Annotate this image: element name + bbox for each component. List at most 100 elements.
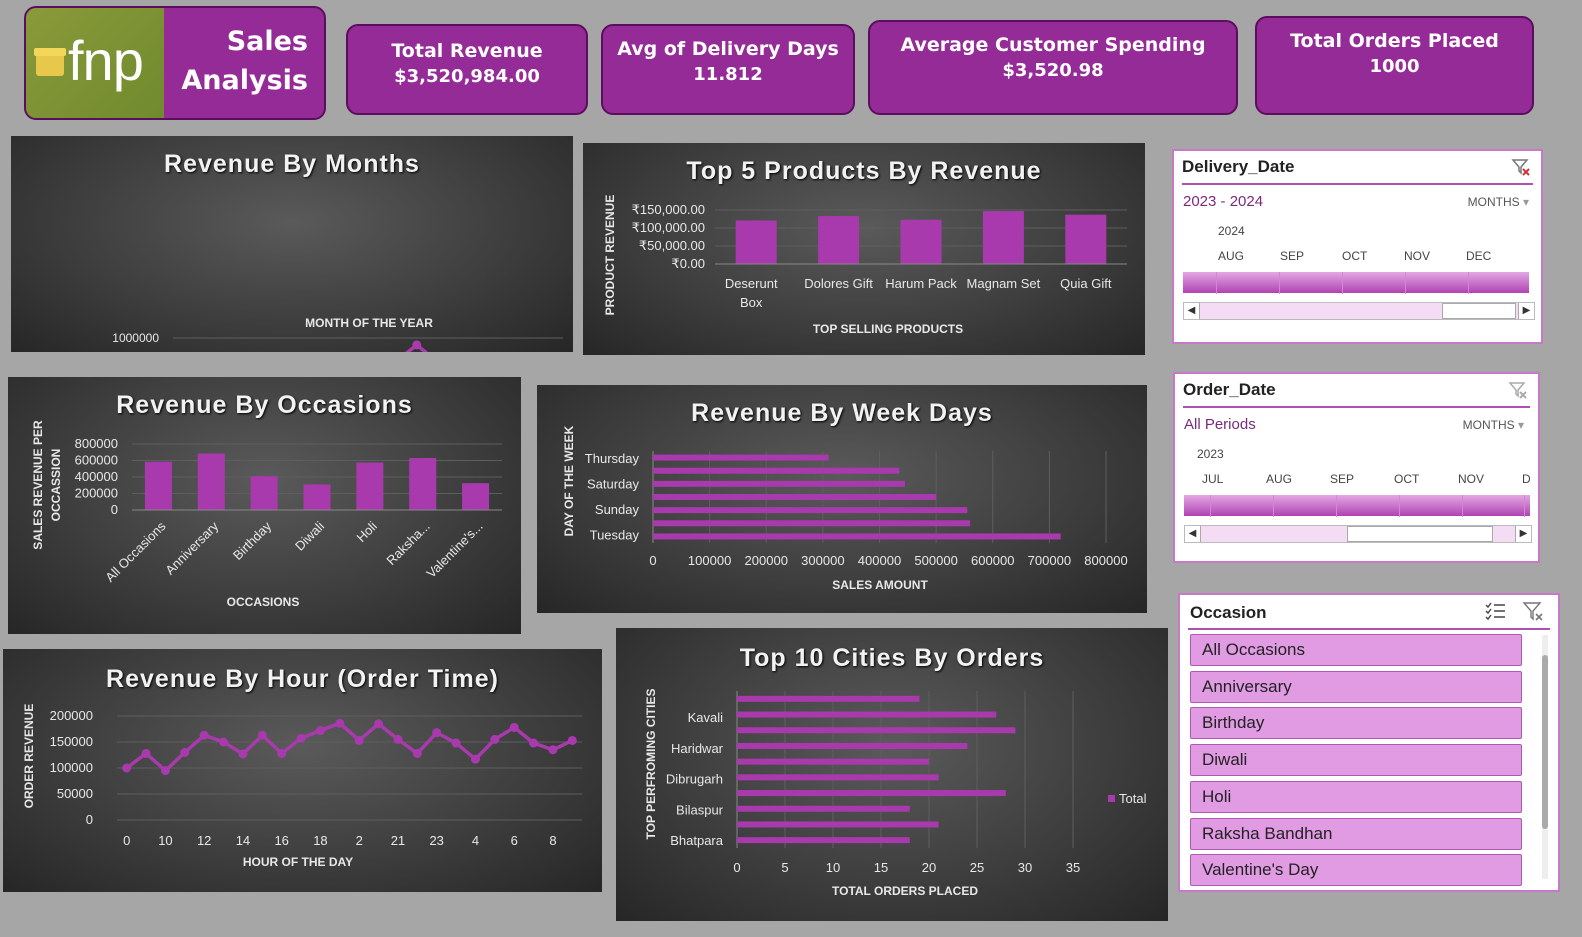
slicer-item[interactable]: Diwali bbox=[1190, 744, 1522, 777]
bar bbox=[737, 805, 910, 812]
timeline-scrollbar[interactable]: ◀ ▶ bbox=[1184, 525, 1532, 543]
clear-filter-icon[interactable] bbox=[1511, 157, 1531, 177]
x-tick-label: Holi bbox=[354, 518, 381, 545]
bar bbox=[197, 453, 225, 510]
clear-filter-icon[interactable] bbox=[1508, 380, 1528, 400]
scroll-left-icon[interactable]: ◀ bbox=[1185, 526, 1201, 542]
bar bbox=[653, 507, 968, 514]
kpi-label: Avg of Delivery Days bbox=[617, 38, 839, 60]
slicer-occasion[interactable]: Occasion All Occasions Anniversary Birthda… bbox=[1178, 593, 1560, 892]
x-axis-title: HOUR OF THE DAY bbox=[243, 855, 353, 869]
y-tick-label: 0 bbox=[111, 502, 118, 517]
slicer-item[interactable]: Holi bbox=[1190, 780, 1522, 813]
timeline-month-label[interactable]: AUG bbox=[1266, 472, 1292, 486]
legend-label: Total bbox=[1119, 791, 1147, 806]
scroll-right-icon[interactable]: ▶ bbox=[1518, 303, 1534, 319]
data-point bbox=[315, 726, 325, 736]
brand-card: fnp Sales Analysis bbox=[24, 6, 326, 120]
timeline-month-label[interactable]: AUG bbox=[1218, 249, 1244, 263]
data-point bbox=[470, 754, 480, 764]
scroll-thumb[interactable] bbox=[1542, 655, 1548, 829]
bar bbox=[653, 467, 900, 474]
x-tick-label: 16 bbox=[274, 833, 288, 848]
chart-top10-cities[interactable]: Top 10 Cities By Orders 0 5 10 15 20 25 30 35 Ka… bbox=[616, 628, 1168, 921]
data-point bbox=[354, 735, 364, 745]
data-point bbox=[567, 735, 577, 745]
data-point bbox=[122, 763, 132, 773]
data-point bbox=[238, 749, 248, 759]
scroll-right-icon[interactable]: ▶ bbox=[1515, 526, 1531, 542]
legend-swatch bbox=[1108, 795, 1115, 802]
timeline-month-label[interactable]: NOV bbox=[1404, 249, 1430, 263]
slicer-item[interactable]: Valentine's Day bbox=[1190, 854, 1522, 887]
scrollbar-track[interactable] bbox=[1542, 635, 1548, 879]
kpi-avg-delivery-days: Avg of Delivery Days 11.812 bbox=[601, 24, 855, 115]
timeline-delivery-date[interactable]: Delivery_Date 2023 - 2024 MONTHS ▾ 2024 … bbox=[1172, 149, 1543, 344]
x-axis-title: OCCASIONS bbox=[227, 595, 300, 609]
bar bbox=[250, 476, 278, 510]
timeline-month-label[interactable]: SEP bbox=[1280, 249, 1304, 263]
slicer-item[interactable]: Anniversary bbox=[1190, 670, 1522, 703]
chart-top5-products[interactable]: Top 5 Products By Revenue ₹150,000.00 ₹10… bbox=[583, 143, 1145, 355]
kpi-value: 11.812 bbox=[693, 64, 763, 85]
chart-revenue-by-weekdays[interactable]: Revenue By Week Days 0 100000 200000 300000… bbox=[537, 385, 1147, 613]
timeline-month-label[interactable]: DEC bbox=[1466, 249, 1491, 263]
bar bbox=[1065, 214, 1107, 264]
bar bbox=[653, 533, 1061, 540]
x-tick-label: Raksha... bbox=[383, 519, 432, 568]
bar-chart: ₹150,000.00 ₹100,000.00 ₹50,000.00 ₹0.00 Des… bbox=[603, 195, 1127, 336]
x-tick-label: Dolores Gift bbox=[804, 276, 873, 291]
timeline-month-label[interactable]: NOV bbox=[1458, 472, 1484, 486]
scroll-left-icon[interactable]: ◀ bbox=[1184, 303, 1200, 319]
line-chart: 200000 150000 100000 50000 0 0 10 12 14 16 18 2 21 23… bbox=[22, 704, 582, 869]
y-tick-label: Bhatpara bbox=[670, 833, 724, 848]
y-tick-label: 800000 bbox=[75, 436, 118, 451]
time-level-dropdown[interactable]: MONTHS ▾ bbox=[1463, 418, 1524, 432]
x-tick-label: 500000 bbox=[914, 553, 957, 568]
x-tick-label: 18 bbox=[313, 833, 327, 848]
chart-revenue-by-occasions[interactable]: Revenue By Occasions 800000 600000 400000 2… bbox=[8, 377, 521, 634]
time-level-dropdown[interactable]: MONTHS ▾ bbox=[1468, 195, 1529, 209]
timeline-order-date[interactable]: Order_Date All Periods MONTHS ▾ 2023 JUL… bbox=[1173, 372, 1540, 563]
data-point bbox=[160, 766, 170, 776]
chart-revenue-by-months[interactable]: Revenue By Months 10000005000000JanuaryF… bbox=[11, 136, 573, 352]
timeline-month-label[interactable]: JUL bbox=[1202, 472, 1223, 486]
y-tick-label: Kavali bbox=[688, 710, 724, 725]
y-axis-title: ORDER REVENUE bbox=[22, 704, 36, 809]
bar bbox=[144, 461, 172, 510]
series-line bbox=[405, 342, 429, 352]
scroll-thumb[interactable] bbox=[1347, 526, 1493, 542]
timeline-scrollbar[interactable]: ◀ ▶ bbox=[1183, 302, 1535, 320]
series-line bbox=[125, 721, 574, 773]
data-point bbox=[451, 738, 461, 748]
logo-text: fnp bbox=[68, 29, 144, 92]
x-tick-label: All Occasions bbox=[102, 518, 169, 585]
timeline-month-label[interactable]: OCT bbox=[1394, 472, 1419, 486]
y-axis-title: PRODUCT REVENUE bbox=[603, 195, 617, 316]
y-axis-title: TOP PERFROMING CITIES bbox=[644, 689, 658, 840]
x-tick-label: 200000 bbox=[745, 553, 788, 568]
slicer-item[interactable]: Birthday bbox=[1190, 707, 1522, 740]
y-tick-label: 200000 bbox=[50, 708, 93, 723]
kpi-value: $3,520.98 bbox=[1002, 60, 1104, 81]
data-point bbox=[432, 728, 442, 738]
timeline-month-label[interactable]: D bbox=[1522, 472, 1530, 486]
y-tick-label: Thursday bbox=[585, 451, 640, 466]
kpi-avg-customer-spending: Average Customer Spending $3,520.98 bbox=[868, 20, 1238, 115]
y-tick-label: 600000 bbox=[75, 453, 118, 468]
x-tick-label: 4 bbox=[472, 833, 479, 848]
chart-revenue-by-hour[interactable]: Revenue By Hour (Order Time) 200000 15000… bbox=[3, 649, 602, 892]
slicer-item[interactable]: All Occasions bbox=[1190, 634, 1522, 666]
y-tick-label: Haridwar bbox=[671, 741, 724, 756]
timeline-month-label[interactable]: SEP bbox=[1330, 472, 1354, 486]
y-axis-title: SALES REVENUE PER OCCASSION bbox=[31, 420, 63, 550]
x-tick-label: 2 bbox=[356, 833, 363, 848]
data-point bbox=[412, 340, 422, 350]
timeline-month-label[interactable]: OCT bbox=[1342, 249, 1367, 263]
scroll-thumb[interactable] bbox=[1442, 303, 1516, 319]
slicer-item[interactable]: Raksha Bandhan bbox=[1190, 817, 1522, 850]
timeline-bar[interactable] bbox=[1184, 494, 1530, 517]
x-tick-label: 8 bbox=[549, 833, 556, 848]
x-tick-label: 5 bbox=[781, 860, 788, 875]
timeline-bar[interactable] bbox=[1183, 271, 1529, 294]
